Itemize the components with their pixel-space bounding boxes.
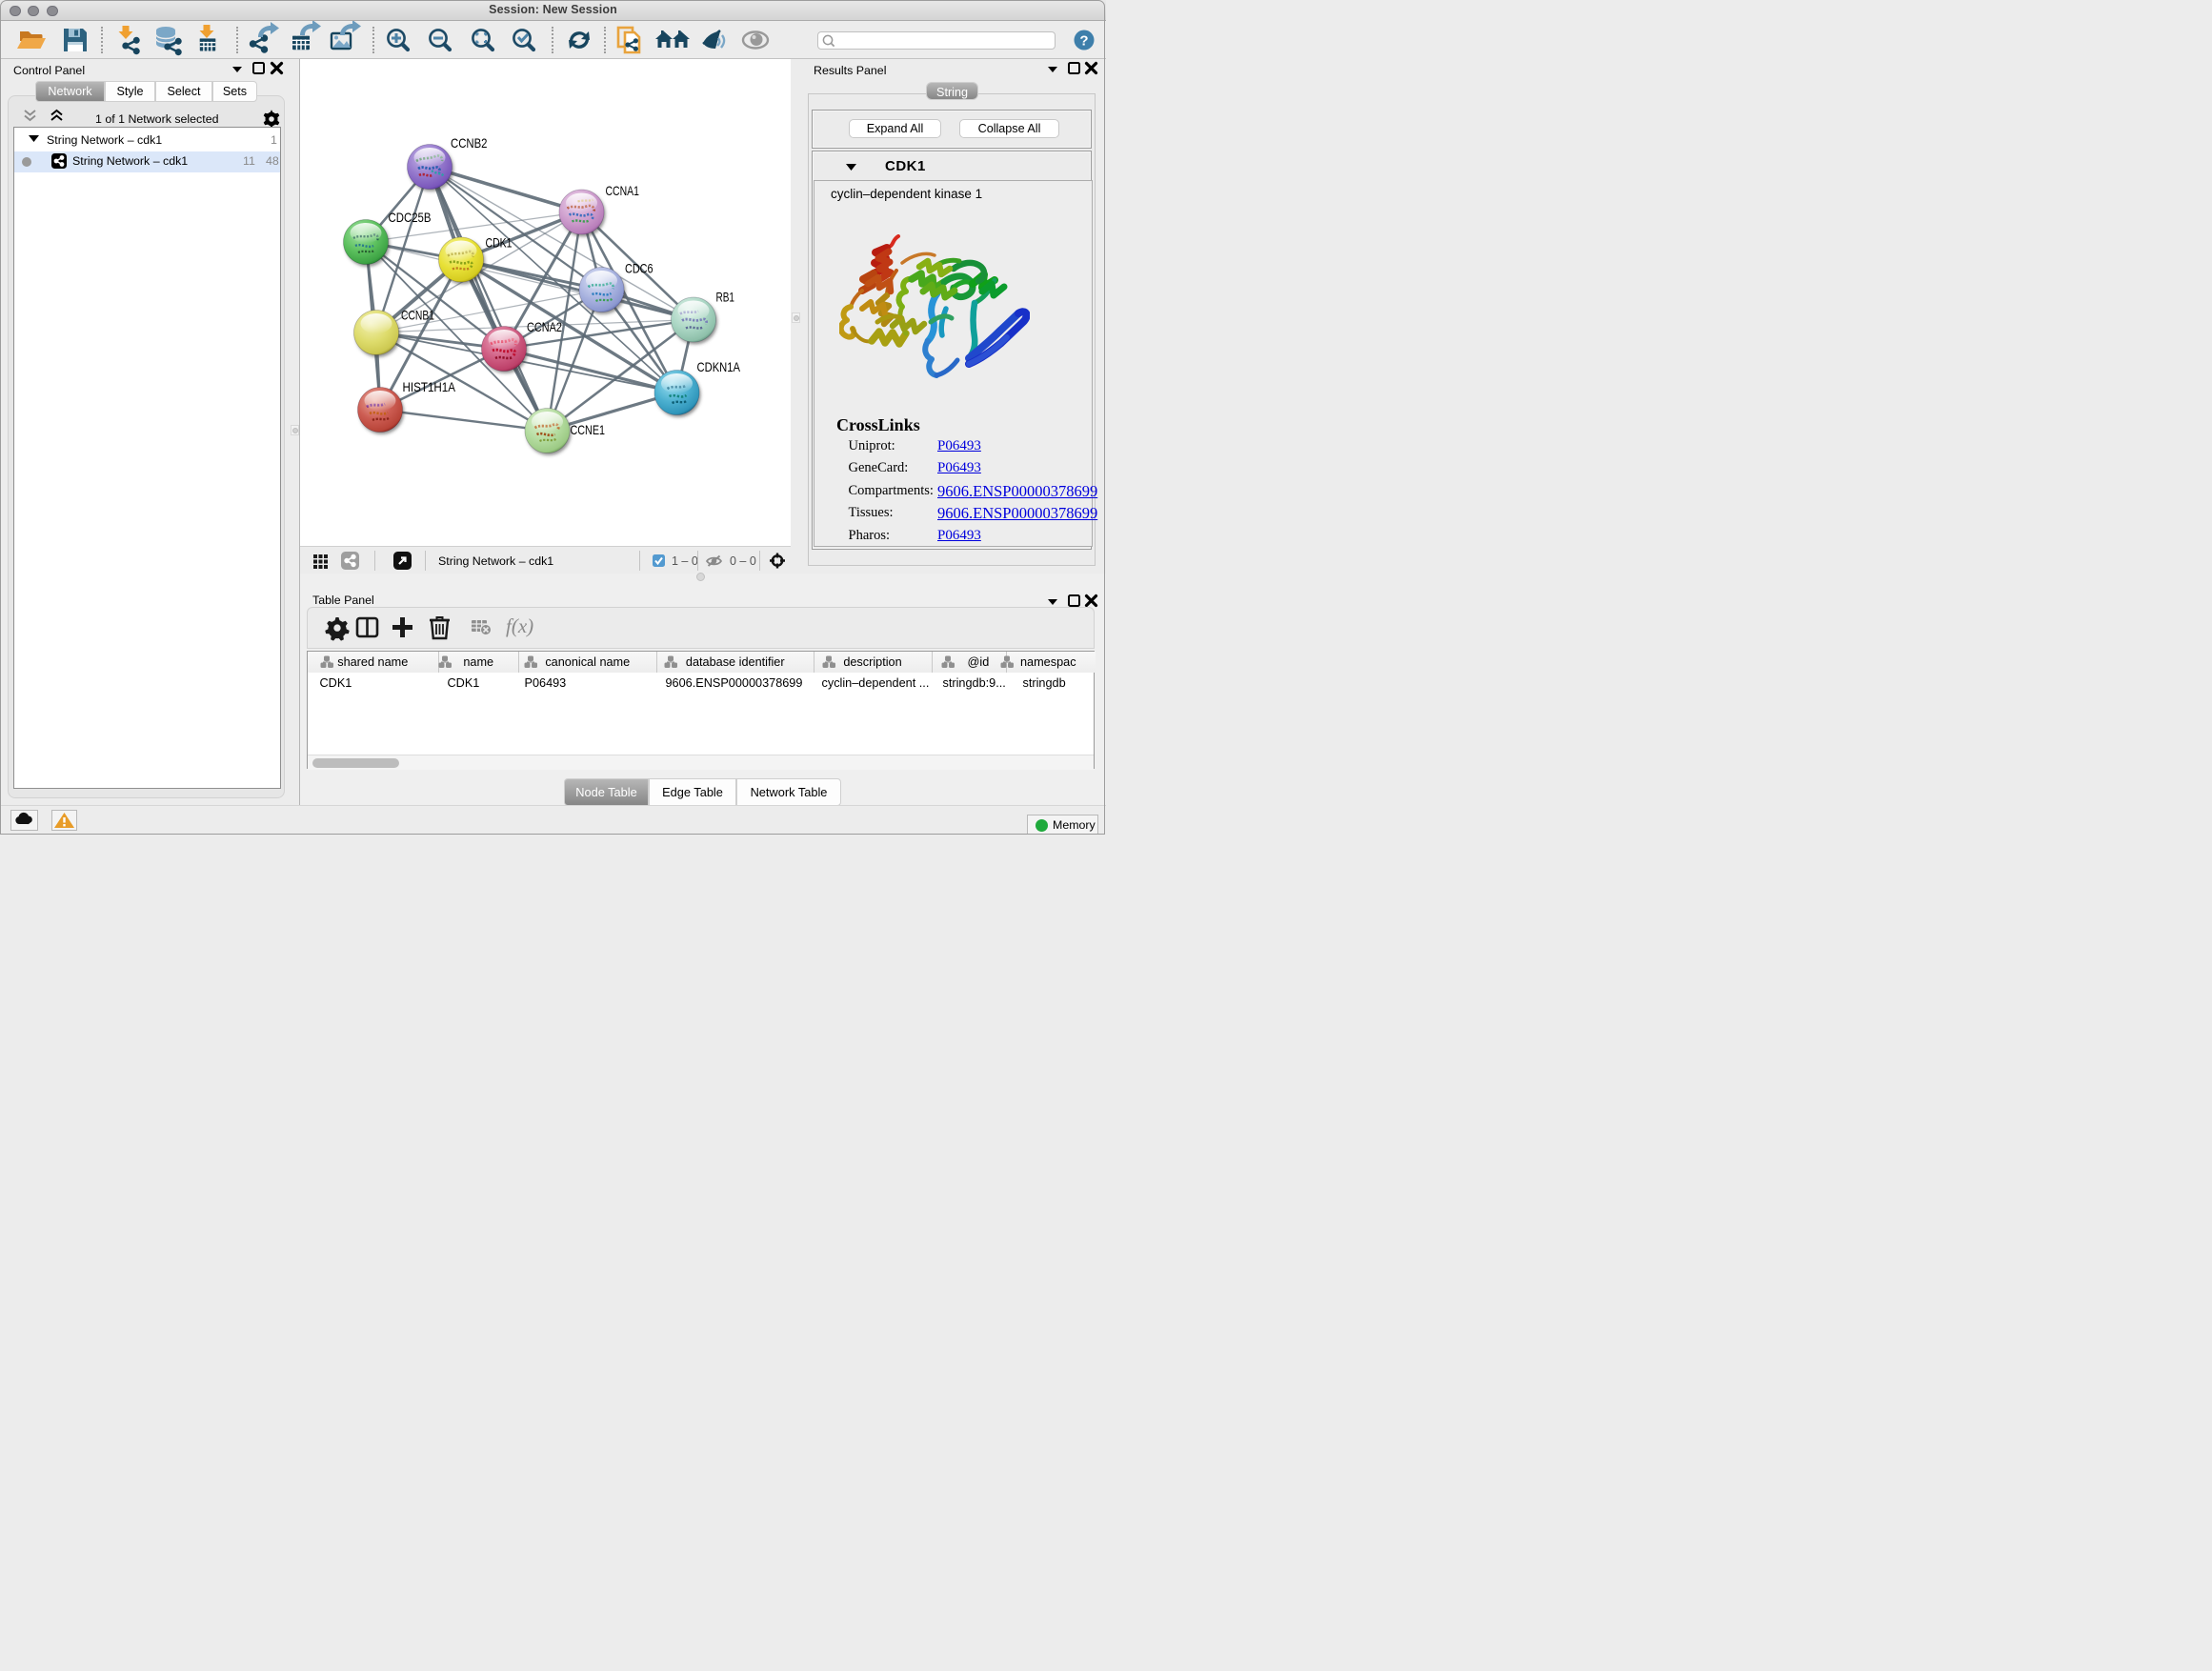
svg-text:HIST1H1A: HIST1H1A (403, 380, 456, 394)
svg-text:CDC25B: CDC25B (389, 211, 432, 225)
svg-text:CCNE1: CCNE1 (571, 423, 606, 437)
svg-text:CDC6: CDC6 (625, 262, 654, 276)
svg-text:CCNB2: CCNB2 (451, 136, 488, 151)
svg-text:?: ? (1079, 33, 1088, 50)
svg-text:CCNA1: CCNA1 (606, 184, 640, 198)
svg-text:CDKN1A: CDKN1A (697, 360, 741, 374)
svg-text:f(x): f(x) (506, 614, 533, 637)
svg-text:RB1: RB1 (716, 291, 735, 305)
svg-text:CCNB1: CCNB1 (401, 309, 434, 323)
svg-text:CCNA2: CCNA2 (527, 320, 562, 334)
svg-text:CDK1: CDK1 (486, 236, 513, 251)
